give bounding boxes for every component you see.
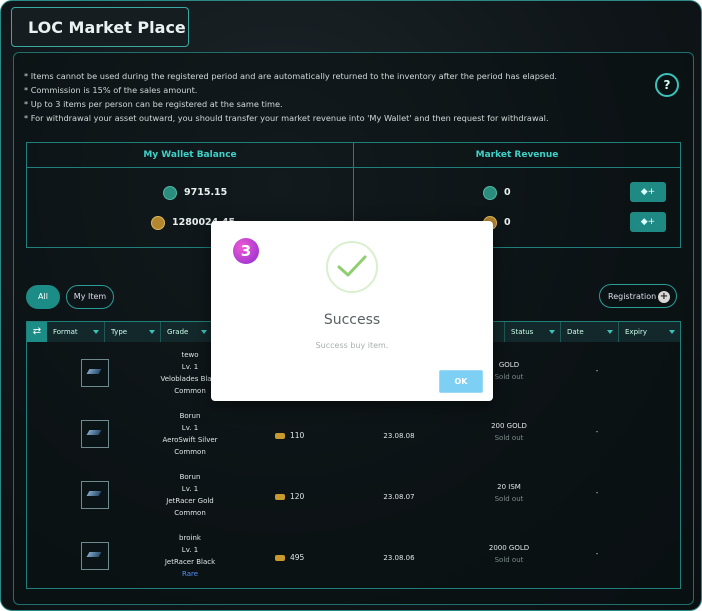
expiry-value: - <box>595 428 599 436</box>
sale-cost: 20 ISM <box>497 483 521 491</box>
header-date[interactable]: Date <box>561 322 619 342</box>
item-grade: Rare <box>181 570 199 578</box>
header-format[interactable]: Format <box>47 322 105 342</box>
ok-button[interactable]: OK <box>439 370 483 393</box>
header-status[interactable]: Status <box>505 322 561 342</box>
seller-name: broink <box>179 534 201 542</box>
ticket-icon <box>275 494 285 500</box>
table-row[interactable]: Borun Lv. 1 JetRacer Gold Common 120 23.… <box>27 467 680 527</box>
item-name: JetRacer Gold <box>166 497 214 505</box>
item-grade: Common <box>174 448 206 456</box>
filter-all-button[interactable]: All <box>26 285 60 309</box>
registration-button[interactable]: Registration + <box>599 284 677 308</box>
gold-coin-icon <box>151 216 165 230</box>
plus-icon: + <box>658 291 670 303</box>
item-thumbnail <box>81 542 109 570</box>
ticket-icon <box>275 555 285 561</box>
table-row[interactable]: Borun Lv. 1 AeroSwift Silver Common 110 … <box>27 406 680 466</box>
item-level: Lv. 1 <box>181 485 199 493</box>
sale-status: Sold out <box>494 495 524 503</box>
note-4: * For withdrawal your asset outward, you… <box>24 113 549 123</box>
gem-icon <box>163 186 177 200</box>
balance-gem: 9715.15 <box>184 187 228 198</box>
sale-cost: 200 GOLD <box>491 422 527 430</box>
expiry-value: - <box>595 367 599 375</box>
item-name: AeroSwift Silver <box>162 436 218 444</box>
revenue-gold: 0 <box>504 217 511 228</box>
sale-status: Sold out <box>494 556 524 564</box>
market-revenue-header: Market Revenue <box>354 143 680 168</box>
item-thumbnail <box>81 420 109 448</box>
header-expiry[interactable]: Expiry <box>619 322 680 342</box>
item-level: Lv. 1 <box>181 546 199 554</box>
sale-cost: 2000 GOLD <box>488 544 530 552</box>
help-icon[interactable]: ? <box>655 73 679 97</box>
refresh-icon[interactable]: ⇄ <box>27 322 47 342</box>
expiry-value: - <box>595 489 599 497</box>
check-icon <box>326 241 378 293</box>
item-level: Lv. 1 <box>181 424 199 432</box>
item-price: 120 <box>290 492 305 501</box>
page-title: LOC Market Place <box>11 7 189 47</box>
wallet-balance-header: My Wallet Balance <box>27 143 353 168</box>
transfer-gold-button[interactable]: ◆+ <box>630 212 666 232</box>
table-row[interactable]: broink Lv. 1 JetRacer Black Rare 495 23.… <box>27 528 680 588</box>
gem-icon <box>483 186 497 200</box>
registered-date: 23.08.06 <box>383 554 415 562</box>
expiry-value: - <box>595 550 599 558</box>
app-frame: LOC Market Place * Items cannot be used … <box>0 0 702 611</box>
step-badge: 3 <box>233 238 259 264</box>
note-2: * Commission is 15% of the sales amount. <box>24 85 198 95</box>
header-type[interactable]: Type <box>105 322 161 342</box>
item-price: 495 <box>290 553 305 562</box>
notes: * Items cannot be used during the regist… <box>24 69 557 125</box>
transfer-gem-button[interactable]: ◆+ <box>630 182 666 202</box>
item-thumbnail <box>81 481 109 509</box>
header-grade[interactable]: Grade <box>161 322 213 342</box>
filter-my-item-button[interactable]: My Item <box>66 285 114 309</box>
registration-label: Registration <box>608 292 657 301</box>
item-name: JetRacer Black <box>164 558 216 566</box>
modal-title: Success <box>323 312 381 328</box>
registered-date: 23.08.07 <box>383 493 415 501</box>
ticket-icon <box>275 433 285 439</box>
seller-name: Borun <box>179 473 201 481</box>
sale-status: Sold out <box>494 434 524 442</box>
registered-date: 23.08.08 <box>383 432 415 440</box>
item-thumbnail <box>81 359 109 387</box>
success-modal: 3 Success Success buy item. OK <box>211 221 493 401</box>
seller-name: Borun <box>179 412 201 420</box>
note-1: * Items cannot be used during the regist… <box>24 71 557 81</box>
modal-message: Success buy item. <box>315 341 389 350</box>
item-price: 110 <box>290 431 305 440</box>
revenue-gem: 0 <box>504 187 511 198</box>
item-grade: Common <box>174 509 206 517</box>
note-3: * Up to 3 items per person can be regist… <box>24 99 283 109</box>
